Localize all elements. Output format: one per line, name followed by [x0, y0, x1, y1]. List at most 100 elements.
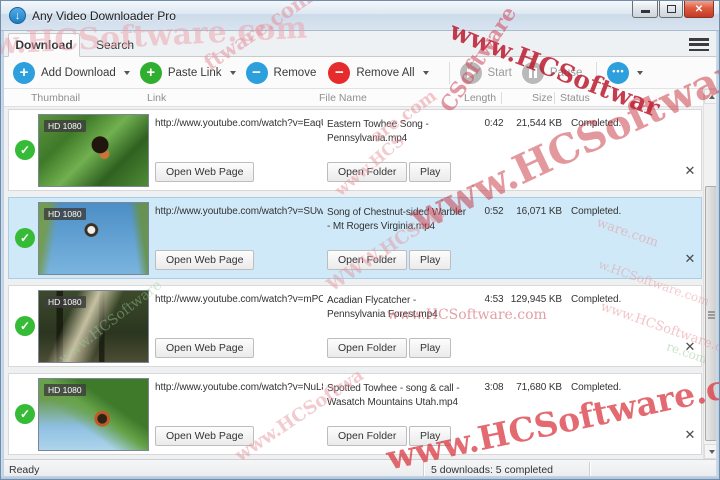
- app-window: ↓ Any Video Downloader Pro ✕ Download Se…: [0, 0, 720, 480]
- pause-button[interactable]: Pause: [521, 61, 582, 84]
- hd-badge: HD 1080: [44, 208, 86, 220]
- play-file-button[interactable]: Play: [409, 338, 452, 358]
- download-row[interactable]: ✓ HD 1080 http://www.youtube.com/watch?v…: [8, 285, 702, 367]
- remove-button[interactable]: − Remove: [245, 61, 316, 84]
- hd-badge: HD 1080: [44, 296, 86, 308]
- video-thumbnail: HD 1080: [38, 202, 149, 275]
- file-size: 21,544 KB: [516, 118, 562, 129]
- open-web-page-button[interactable]: Open Web Page: [155, 338, 255, 358]
- paste-link-dropdown-icon[interactable]: [229, 70, 236, 75]
- column-separator: [501, 92, 502, 104]
- file-name: Eastern Towhee Song - Pennsylvania.mp4: [327, 119, 429, 144]
- tab-download[interactable]: Download: [8, 33, 80, 57]
- video-thumbnail: HD 1080: [38, 290, 149, 363]
- open-folder-button[interactable]: Open Folder: [327, 162, 408, 182]
- maximize-icon: [666, 5, 676, 13]
- column-link: Link: [147, 92, 167, 104]
- window-edge: [716, 31, 719, 479]
- minimize-button[interactable]: [632, 1, 658, 18]
- remove-icon: −: [245, 61, 268, 84]
- column-status: Status: [560, 92, 590, 104]
- hd-badge: HD 1080: [44, 384, 86, 396]
- status-summary: 5 downloads: 5 completed: [431, 464, 553, 476]
- download-row[interactable]: ✓ HD 1080 http://www.youtube.com/watch?v…: [8, 373, 702, 455]
- video-link: http://www.youtube.com/watch?v=NuL885n0z…: [155, 382, 323, 393]
- more-options-dropdown-icon[interactable]: [637, 70, 644, 75]
- tab-bar: Download Search: [1, 31, 719, 57]
- title-bar[interactable]: ↓ Any Video Downloader Pro ✕: [1, 1, 719, 31]
- file-name: Acadian Flycatcher - Pennsylvania Forest…: [327, 295, 438, 320]
- column-size: Size: [532, 92, 553, 104]
- download-status: Completed.: [571, 118, 622, 129]
- file-size: 129,945 KB: [510, 294, 562, 305]
- maximize-button[interactable]: [659, 1, 683, 18]
- pause-icon: [521, 61, 544, 84]
- download-row[interactable]: ✓ HD 1080 http://www.youtube.com/watch?v…: [8, 109, 702, 191]
- remove-row-icon[interactable]: ✕: [681, 426, 699, 444]
- download-row-selected[interactable]: ✓ HD 1080 http://www.youtube.com/watch?v…: [8, 197, 702, 279]
- open-web-page-button[interactable]: Open Web Page: [155, 426, 255, 446]
- video-link: http://www.youtube.com/watch?v=SUw4rC7SS…: [155, 206, 323, 217]
- open-web-page-button[interactable]: Open Web Page: [155, 250, 255, 270]
- completed-check-icon: ✓: [15, 140, 35, 160]
- play-file-button[interactable]: Play: [409, 250, 452, 270]
- column-length: Length: [464, 92, 497, 104]
- minimize-icon: [640, 10, 650, 13]
- column-separator: [554, 92, 555, 104]
- download-status: Completed.: [571, 206, 622, 217]
- start-button[interactable]: Start: [459, 61, 512, 84]
- download-list: ✓ HD 1080 http://www.youtube.com/watch?v…: [1, 107, 703, 459]
- completed-check-icon: ✓: [15, 316, 35, 336]
- open-folder-button[interactable]: Open Folder: [327, 338, 408, 358]
- window-title: Any Video Downloader Pro: [32, 9, 176, 23]
- add-download-dropdown-icon[interactable]: [123, 70, 130, 75]
- video-thumbnail: HD 1080: [38, 114, 149, 187]
- completed-check-icon: ✓: [15, 228, 35, 248]
- play-file-button[interactable]: Play: [409, 426, 452, 446]
- app-logo-icon: ↓: [9, 7, 26, 24]
- open-web-page-button[interactable]: Open Web Page: [155, 162, 255, 182]
- play-file-button[interactable]: Play: [409, 162, 452, 182]
- remove-row-icon[interactable]: ✕: [681, 162, 699, 180]
- file-name: Song of Chestnut-sided Warbler - Mt Roge…: [327, 207, 466, 232]
- paste-icon: +: [139, 61, 162, 84]
- window-edge: [1, 476, 719, 479]
- remove-row-icon[interactable]: ✕: [681, 338, 699, 356]
- column-header-row: Thumbnail Link File Name Length Size Sta…: [1, 89, 703, 107]
- file-name: Spotted Towhee - song & call - Wasatch M…: [327, 383, 460, 408]
- completed-check-icon: ✓: [15, 404, 35, 424]
- paste-link-button[interactable]: + Paste Link: [139, 61, 222, 84]
- download-status: Completed.: [571, 382, 622, 393]
- toolbar-separator: [596, 61, 598, 84]
- add-icon: +: [13, 61, 35, 84]
- more-dots-icon: •••: [607, 61, 630, 84]
- video-thumbnail: HD 1080: [38, 378, 149, 451]
- video-link: http://www.youtube.com/watch?v=EaqUAPgp2…: [155, 118, 323, 129]
- more-options-button[interactable]: •••: [607, 61, 630, 84]
- status-ready: Ready: [9, 464, 40, 476]
- file-size: 16,071 KB: [516, 206, 562, 217]
- tab-search[interactable]: Search: [80, 33, 150, 57]
- file-size: 71,680 KB: [516, 382, 562, 393]
- open-folder-button[interactable]: Open Folder: [327, 426, 408, 446]
- scrollbar-grip: [708, 311, 715, 313]
- add-download-button[interactable]: + Add Download: [13, 61, 116, 84]
- remove-all-icon: −: [328, 61, 351, 84]
- status-separator: [423, 462, 424, 476]
- toolbar-separator: [448, 61, 450, 84]
- open-folder-button[interactable]: Open Folder: [327, 250, 408, 270]
- download-status: Completed.: [571, 294, 622, 305]
- window-edge: [1, 31, 4, 479]
- status-separator: [589, 462, 590, 476]
- remove-all-button[interactable]: − Remove All: [328, 61, 415, 84]
- remove-row-icon[interactable]: ✕: [681, 250, 699, 268]
- column-thumbnail: Thumbnail: [31, 92, 81, 104]
- start-icon: [459, 61, 482, 84]
- remove-all-dropdown-icon[interactable]: [422, 70, 429, 75]
- video-link: http://www.youtube.com/watch?v=mPCQ024IJ…: [155, 294, 323, 305]
- hd-badge: HD 1080: [44, 120, 86, 132]
- close-button[interactable]: ✕: [684, 1, 714, 18]
- toolbar: + Add Download + Paste Link − Remove − R…: [1, 57, 719, 89]
- menu-icon[interactable]: [689, 38, 709, 51]
- column-file-name: File Name: [319, 92, 367, 104]
